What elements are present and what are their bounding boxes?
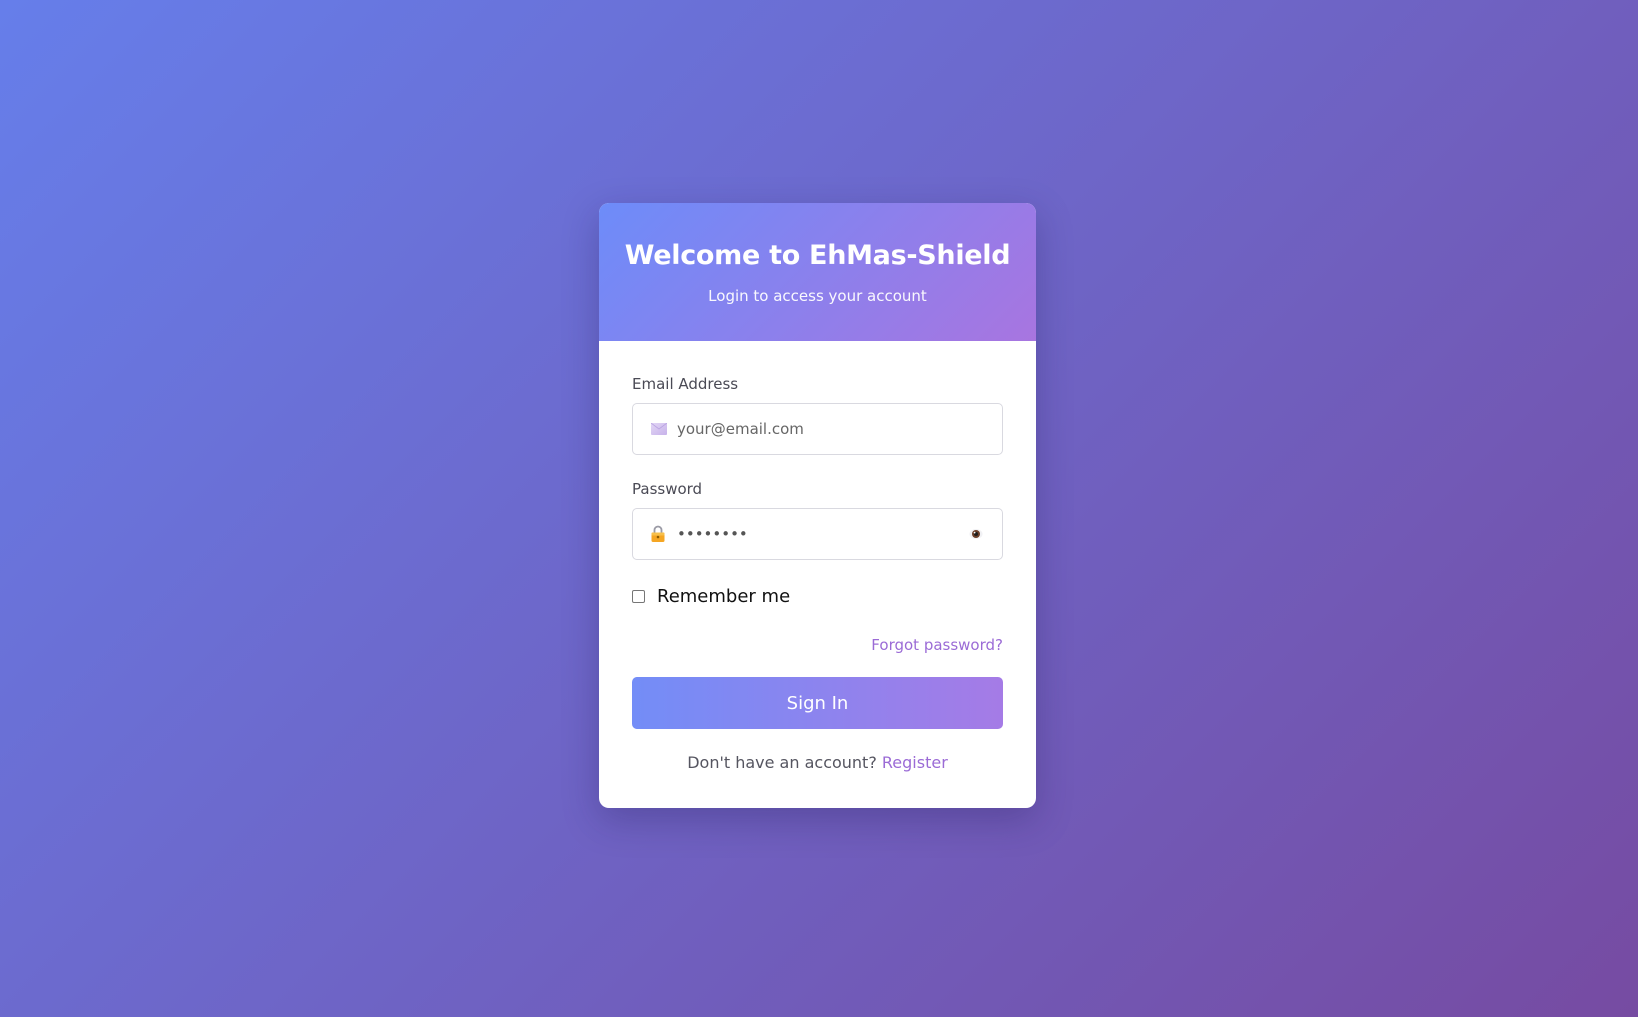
forgot-password-link[interactable]: Forgot password? bbox=[871, 636, 1003, 654]
page-title: Welcome to EhMas-Shield bbox=[624, 240, 1011, 271]
forgot-row: Forgot password? bbox=[632, 635, 1003, 654]
password-input[interactable] bbox=[633, 509, 1002, 559]
email-input[interactable] bbox=[633, 404, 1002, 454]
lock-icon bbox=[651, 525, 665, 543]
email-label: Email Address bbox=[632, 375, 739, 393]
sign-in-button[interactable]: Sign In bbox=[632, 677, 1003, 729]
password-field-wrapper bbox=[632, 508, 1003, 560]
register-row: Don't have an account? Register bbox=[632, 753, 1003, 772]
email-field-wrapper bbox=[632, 403, 1003, 455]
remember-label[interactable]: Remember me bbox=[657, 586, 790, 607]
eye-icon[interactable] bbox=[968, 526, 984, 542]
remember-checkbox[interactable] bbox=[632, 589, 645, 603]
login-card: Welcome to EhMas-Shield Login to access … bbox=[599, 203, 1036, 808]
envelope-icon bbox=[651, 423, 667, 435]
remember-row: Remember me bbox=[632, 586, 1003, 607]
login-header: Welcome to EhMas-Shield Login to access … bbox=[599, 203, 1036, 341]
register-link[interactable]: Register bbox=[882, 753, 948, 772]
register-prompt: Don't have an account? bbox=[687, 753, 882, 772]
page-subtitle: Login to access your account bbox=[708, 287, 927, 305]
login-form: Email Address Password bbox=[599, 341, 1036, 772]
password-label: Password bbox=[632, 480, 703, 498]
